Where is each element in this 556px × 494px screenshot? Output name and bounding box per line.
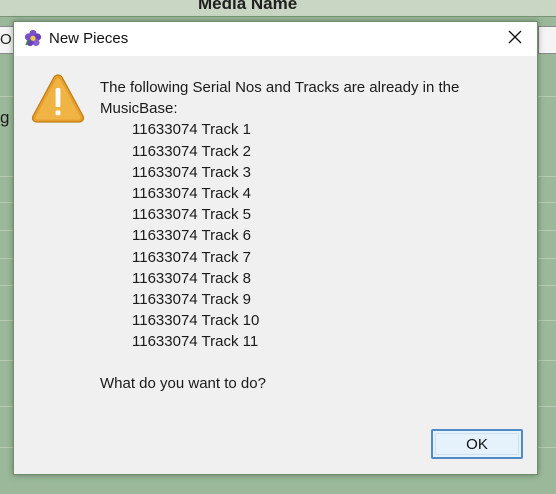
track-list-item: 11633074 Track 7 [132, 248, 251, 266]
dialog-title: New Pieces [49, 30, 129, 47]
track-list-item: 11633074 Track 3 [132, 163, 251, 181]
duplicate-track-list: 11633074 Track 1 11633074 Track 2 116330… [100, 119, 500, 352]
new-pieces-dialog: New Pieces The following Serial Nos and … [13, 21, 538, 475]
close-button[interactable] [492, 22, 537, 56]
dialog-titlebar[interactable]: New Pieces [14, 22, 537, 56]
dialog-question: What do you want to do? [100, 375, 266, 392]
message-intro-line-1: The following Serial Nos and Tracks are … [100, 79, 460, 96]
track-list-item: 11633074 Track 2 [132, 142, 251, 160]
background-input-field-right [538, 26, 556, 54]
ok-button[interactable]: OK [431, 429, 523, 459]
track-list-item: 11633074 Track 4 [132, 184, 251, 202]
track-list-item: 11633074 Track 6 [132, 227, 251, 245]
ok-button-label: OK [466, 435, 488, 453]
background-field-text: O [0, 31, 12, 48]
background-label: g [0, 108, 10, 127]
flower-app-icon [24, 29, 42, 47]
track-list-item: 11633074 Track 1 [132, 121, 251, 139]
background-header: Media Name [0, 0, 556, 17]
track-list-item: 11633074 Track 5 [132, 206, 251, 224]
track-list-item: 11633074 Track 9 [132, 290, 251, 308]
warning-icon [30, 72, 86, 124]
dialog-message: The following Serial Nos and Tracks are … [100, 77, 500, 352]
background-header-title: Media Name [198, 0, 298, 13]
message-intro-line-2: MusicBase: [100, 100, 178, 118]
close-icon [508, 30, 522, 49]
track-list-item: 11633074 Track 11 [132, 333, 259, 351]
track-list-item: 11633074 Track 8 [132, 269, 251, 287]
track-list-item: 11633074 Track 10 [132, 312, 260, 330]
